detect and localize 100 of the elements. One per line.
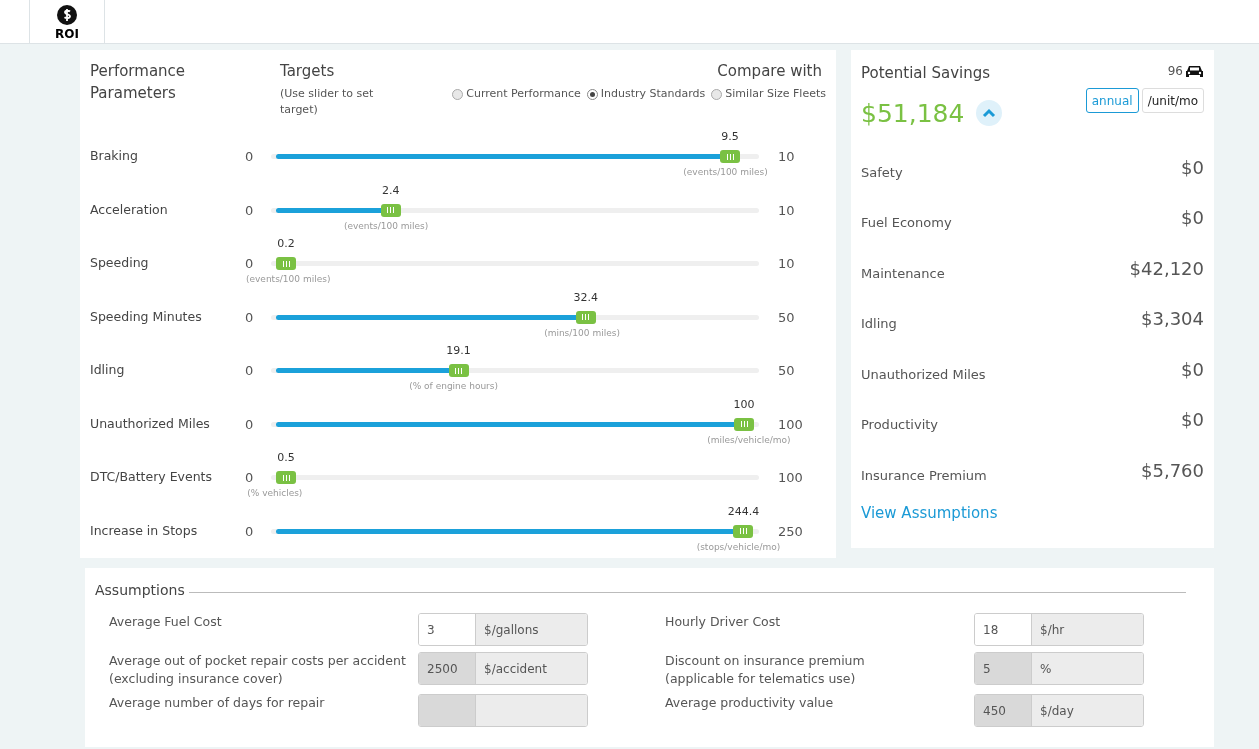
unit-label: (% of engine hours)	[409, 380, 499, 394]
min-value: 0	[245, 201, 255, 220]
slider-value: 244.4	[727, 503, 760, 520]
slider-value: 9.5	[721, 129, 739, 146]
unit-label: $/gallons	[476, 614, 587, 645]
max-value: 50	[778, 308, 795, 327]
car-icon	[1185, 63, 1204, 79]
savings-label: Unauthorized Miles	[861, 365, 986, 384]
slider-handle[interactable]	[734, 417, 754, 431]
slider-handle[interactable]	[575, 310, 596, 324]
savings-value: $0	[1181, 408, 1204, 433]
parameter-label: Increase in Stops	[90, 521, 199, 540]
slider-value: 100	[733, 396, 755, 413]
max-value: 10	[778, 148, 795, 166]
max-value: 250	[778, 522, 803, 541]
savings-value: $0	[1181, 155, 1204, 180]
savings-label: Maintenance	[861, 264, 945, 283]
max-value: 10	[778, 255, 795, 273]
slider-handle[interactable]	[276, 471, 296, 485]
slider-handle[interactable]	[380, 203, 401, 217]
total-savings: $51,184	[861, 97, 965, 130]
section-title: Assumptions	[95, 581, 185, 600]
slider-value: 32.4	[573, 289, 598, 306]
field-label: Discount on insurance premium (applicable for telematics use)	[665, 652, 866, 688]
min-value: 0	[245, 148, 255, 166]
unit-label: (stops/vehicle/mo)	[696, 540, 781, 554]
unit-label: (mins/100 miles)	[544, 326, 620, 340]
slider-value: 0.2	[277, 236, 295, 253]
max-value: 100	[778, 469, 803, 487]
column-heading: Targets	[280, 61, 336, 82]
field-label: Average out of pocket repair costs per accident (excluding insurance cover)	[109, 652, 407, 688]
savings-label: Insurance Premium	[861, 466, 987, 485]
collapse-button[interactable]	[976, 100, 1003, 127]
slider-track[interactable]	[271, 314, 759, 320]
savings-value: $0	[1181, 206, 1204, 231]
savings-label: Idling	[861, 315, 897, 333]
unit-label: (events/100 miles)	[683, 166, 768, 180]
unit-label: $/accident	[476, 653, 587, 684]
savings-label: Productivity	[861, 416, 939, 434]
radio-button[interactable]	[452, 88, 464, 100]
unit-label: %	[1032, 653, 1143, 684]
max-value: 50	[778, 362, 795, 380]
vehicle-count: 96	[1167, 63, 1183, 80]
input-group[interactable]: 3 $/gallons	[418, 613, 588, 646]
slider-handle[interactable]	[276, 257, 296, 271]
slider-value: 2.4	[381, 182, 400, 199]
column-heading: Compare with	[717, 61, 822, 82]
unit-label: $/day	[1032, 695, 1143, 726]
unit-label: (events/100 miles)	[246, 273, 331, 287]
savings-value: $3,304	[1141, 307, 1204, 332]
slider-handle[interactable]	[733, 524, 754, 538]
slider-value: 0.5	[277, 450, 295, 467]
unit-label: (% vehicles)	[247, 487, 303, 501]
parameter-label: Speeding	[90, 254, 150, 273]
parameter-label: Braking	[90, 147, 139, 166]
input-field[interactable]: 18	[975, 614, 1032, 645]
field-label: Hourly Driver Cost	[665, 613, 782, 631]
min-value: 0	[245, 362, 255, 380]
max-value: 10	[778, 201, 795, 220]
field-label: Average productivity value	[665, 694, 835, 712]
radio-button[interactable]	[586, 88, 598, 100]
savings-label: Safety	[861, 163, 903, 182]
slider-track[interactable]	[271, 368, 759, 374]
column-heading: Performance Parameters	[90, 61, 187, 104]
radio-label[interactable]: Similar Size Fleets	[725, 86, 826, 103]
radio-label[interactable]: Industry Standards	[600, 86, 706, 103]
slider-value: 19.1	[446, 343, 471, 360]
parameter-label: Speeding Minutes	[90, 307, 203, 326]
field-label: Average number of days for repair	[109, 694, 326, 712]
slider-handle[interactable]	[448, 364, 469, 378]
panel-title: Potential Savings	[861, 63, 992, 84]
min-value: 0	[245, 522, 255, 541]
savings-label: Fuel Economy	[861, 214, 952, 232]
parameter-label: Unauthorized Miles	[90, 414, 211, 433]
slider-track[interactable]	[271, 207, 759, 213]
dollar-icon	[57, 5, 77, 25]
unit-label: (miles/vehicle/mo)	[707, 433, 791, 447]
field-label: Average Fuel Cost	[109, 613, 223, 631]
min-value: 0	[245, 469, 255, 487]
period-toggle[interactable]: /unit/mo	[1141, 88, 1204, 113]
input-group[interactable]: 18 $/hr	[974, 613, 1144, 646]
parameter-label: DTC/Battery Events	[90, 468, 214, 487]
min-value: 0	[245, 308, 255, 327]
savings-value: $0	[1181, 357, 1204, 382]
radio-label[interactable]: Current Performance	[466, 86, 581, 103]
hint-text: (Use slider to set target)	[280, 86, 375, 118]
slider-handle[interactable]	[720, 150, 741, 164]
parameter-label: Idling	[90, 361, 126, 380]
savings-value: $5,760	[1141, 458, 1204, 483]
unit-label: $/hr	[1032, 614, 1143, 645]
radio-button[interactable]	[711, 88, 723, 100]
slider-track[interactable]	[271, 475, 759, 481]
chevron-up-icon	[982, 108, 997, 119]
max-value: 100	[778, 415, 803, 434]
parameter-label: Acceleration	[90, 200, 169, 219]
roi-tab[interactable]: ROI	[29, 0, 105, 44]
slider-track[interactable]	[271, 261, 759, 267]
min-value: 0	[245, 255, 255, 273]
savings-value: $42,120	[1129, 256, 1204, 281]
input-field[interactable]: 3	[419, 614, 476, 645]
